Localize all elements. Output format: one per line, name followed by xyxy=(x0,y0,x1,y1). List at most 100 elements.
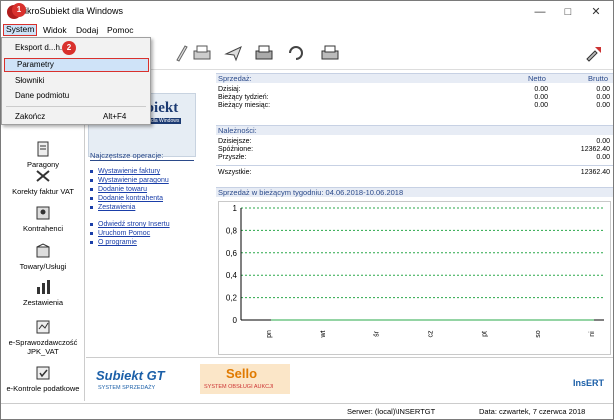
title-bar: ikroSubiekt dla Windows — □ ✕ xyxy=(1,1,613,23)
chart-title: Sprzedaż w bieżącym tygodniu: 04.06.2018… xyxy=(216,187,613,197)
sidebar-label: Zestawienia xyxy=(22,298,64,307)
system-menu-dropdown: Eksport d...h... Parametry Słowniki Dane… xyxy=(1,37,151,125)
contacts-icon xyxy=(36,206,50,220)
recv-total-label: Wszystkie: xyxy=(218,169,252,176)
sales-chart: 1 0,8 0,6 0,4 0,2 0 pn wt śr cz pt so ni xyxy=(218,201,611,355)
menu-separator xyxy=(6,106,146,107)
maximize-icon[interactable]: □ xyxy=(553,1,583,23)
sidebar-label: e-Kontrole podatkowe xyxy=(6,384,80,393)
x-tick-label: so xyxy=(535,330,542,338)
sales-month-netto: 0.00 xyxy=(534,102,548,109)
subiekt-gt-sub: SYSTEM SPRZEDAŻY xyxy=(98,385,156,391)
menu-pomoc[interactable]: Pomoc xyxy=(105,24,135,36)
sales-month-label: Bieżący miesiąc: xyxy=(218,102,271,109)
products-icon xyxy=(36,243,50,258)
menu-item-parametry[interactable]: Parametry xyxy=(4,58,149,72)
close-icon[interactable]: ✕ xyxy=(581,1,611,23)
main-panel: Subiekt dla Windows Sprzedaż: Netto Brut… xyxy=(86,71,613,401)
op-link[interactable]: O programie xyxy=(90,238,137,247)
y-tick-label: 0,2 xyxy=(226,294,238,303)
sello-text: Sello xyxy=(226,366,258,381)
subiekt-gt-logo[interactable]: Subiekt GT SYSTEM SPRZEDAŻY xyxy=(94,366,188,394)
correction-icon xyxy=(36,170,50,182)
zakoncz-label: Zakończ xyxy=(15,112,46,121)
menu-widok[interactable]: Widok xyxy=(41,24,69,36)
status-bar: Serwer: (local)\INSERTGT Data: czwartek,… xyxy=(1,403,613,419)
menu-item-eksport[interactable]: Eksport d...h... xyxy=(3,41,149,55)
menu-item-slowniki[interactable]: Słowniki xyxy=(3,74,149,88)
op-link[interactable]: Dodanie kontrahenta xyxy=(90,194,163,203)
sidebar-label: e-Sprawozdawczość JPK_VAT xyxy=(8,338,78,356)
reports-icon xyxy=(37,280,50,294)
receivables-title: Należności: xyxy=(218,126,257,135)
sidebar-item-kontrole[interactable]: e-Kontrole podatkowe xyxy=(1,365,85,393)
sales-month-brutto: 0.00 xyxy=(596,102,610,109)
pen-icon[interactable] xyxy=(171,42,193,64)
status-server: Serwer: (local)\INSERTGT xyxy=(347,407,436,416)
recv-future-label: Przyszłe: xyxy=(218,154,247,161)
op-link[interactable]: Wystawienie faktury xyxy=(90,167,160,176)
step-marker-1: 1 xyxy=(12,3,26,17)
recv-divider xyxy=(216,165,613,166)
jpk-icon xyxy=(36,320,50,334)
sidebar-item-towary[interactable]: Towary/Usługi xyxy=(1,243,85,271)
sidebar-item-paragony[interactable]: Paragony xyxy=(1,141,85,169)
print-preview-icon[interactable] xyxy=(319,42,341,64)
x-tick-label: wt xyxy=(320,330,327,338)
print-icon[interactable] xyxy=(253,42,275,64)
recv-total-value: 12362.40 xyxy=(580,169,610,176)
sales-header: Sprzedaż: Netto Brutto xyxy=(216,73,613,83)
subiekt-gt-text: Subiekt GT xyxy=(96,368,165,383)
tools-icon[interactable] xyxy=(583,42,605,64)
x-tick-label: ni xyxy=(589,331,596,337)
minimize-icon[interactable]: — xyxy=(525,1,555,23)
sidebar-label: Kontrahenci xyxy=(22,224,64,233)
op-link[interactable]: Zestawienia xyxy=(90,203,135,212)
tax-control-icon xyxy=(36,366,50,380)
y-tick-label: 1 xyxy=(233,204,238,213)
y-tick-label: 0,6 xyxy=(226,249,238,258)
sidebar-item-zestawienia[interactable]: Zestawienia xyxy=(1,279,85,307)
insert-logo[interactable]: InsERT xyxy=(573,378,604,388)
col-brutto: Brutto xyxy=(588,74,609,83)
menu-dodaj[interactable]: Dodaj xyxy=(74,24,100,36)
app-window: ikroSubiekt dla Windows — □ ✕ System Wid… xyxy=(0,0,614,420)
sidebar-label: Korekty faktur VAT xyxy=(12,187,74,196)
sales-title: Sprzedaż: xyxy=(218,74,252,83)
sello-logo[interactable]: Sello SYSTEM OBSŁUGI AUKCJI xyxy=(200,364,290,394)
sidebar-item-kontrahenci[interactable]: Kontrahenci xyxy=(1,205,85,233)
menu-system[interactable]: System xyxy=(3,24,38,36)
op-link[interactable]: Odwiedź strony Insertu xyxy=(90,220,170,229)
chart-svg: 1 0,8 0,6 0,4 0,2 0 pn wt śr cz pt so ni xyxy=(226,204,604,339)
zakoncz-shortcut: Alt+F4 xyxy=(103,112,127,121)
op-link[interactable]: Wystawienie paragonu xyxy=(90,176,169,185)
y-tick-label: 0 xyxy=(233,316,238,325)
step-marker-2: 2 xyxy=(62,41,76,55)
operations-title: Najczęstsze operacje: xyxy=(90,151,194,161)
x-tick-label: pn xyxy=(266,330,273,338)
status-date: Data: czwartek, 7 czerwca 2018 xyxy=(479,407,586,416)
printer-icon[interactable] xyxy=(191,42,213,64)
x-tick-label: śr xyxy=(374,330,381,337)
window-title: ikroSubiekt dla Windows xyxy=(25,6,124,16)
refresh-icon[interactable] xyxy=(285,42,307,64)
sello-sub: SYSTEM OBSŁUGI AUKCJI xyxy=(204,384,274,390)
y-tick-label: 0,4 xyxy=(226,271,238,280)
send-icon[interactable] xyxy=(223,42,245,64)
receipt-icon xyxy=(37,141,49,157)
sidebar-item-korekty[interactable]: Korekty faktur VAT xyxy=(1,168,85,196)
op-link[interactable]: Uruchom Pomoc xyxy=(90,229,150,238)
receivables-header: Należności: xyxy=(216,125,613,135)
logo-sub: dla Windows xyxy=(149,118,182,124)
menu-item-dane-podmiotu[interactable]: Dane podmiotu xyxy=(3,89,149,103)
menu-bar: System Widok Dodaj Pomoc xyxy=(1,23,613,37)
op-link[interactable]: Dodanie towaru xyxy=(90,185,147,194)
bottom-logos: Subiekt GT SYSTEM SPRZEDAŻY Sello SYSTEM… xyxy=(86,357,613,401)
menu-item-zakoncz[interactable]: Zakończ Alt+F4 xyxy=(3,110,149,124)
x-tick-label: cz xyxy=(428,330,435,338)
sidebar-item-jpk[interactable]: e-Sprawozdawczość JPK_VAT xyxy=(1,319,85,356)
x-tick-label: pt xyxy=(481,331,488,337)
sidebar-label: Towary/Usługi xyxy=(19,262,67,271)
recv-future-value: 0.00 xyxy=(596,154,610,161)
y-tick-label: 0,8 xyxy=(226,226,238,235)
